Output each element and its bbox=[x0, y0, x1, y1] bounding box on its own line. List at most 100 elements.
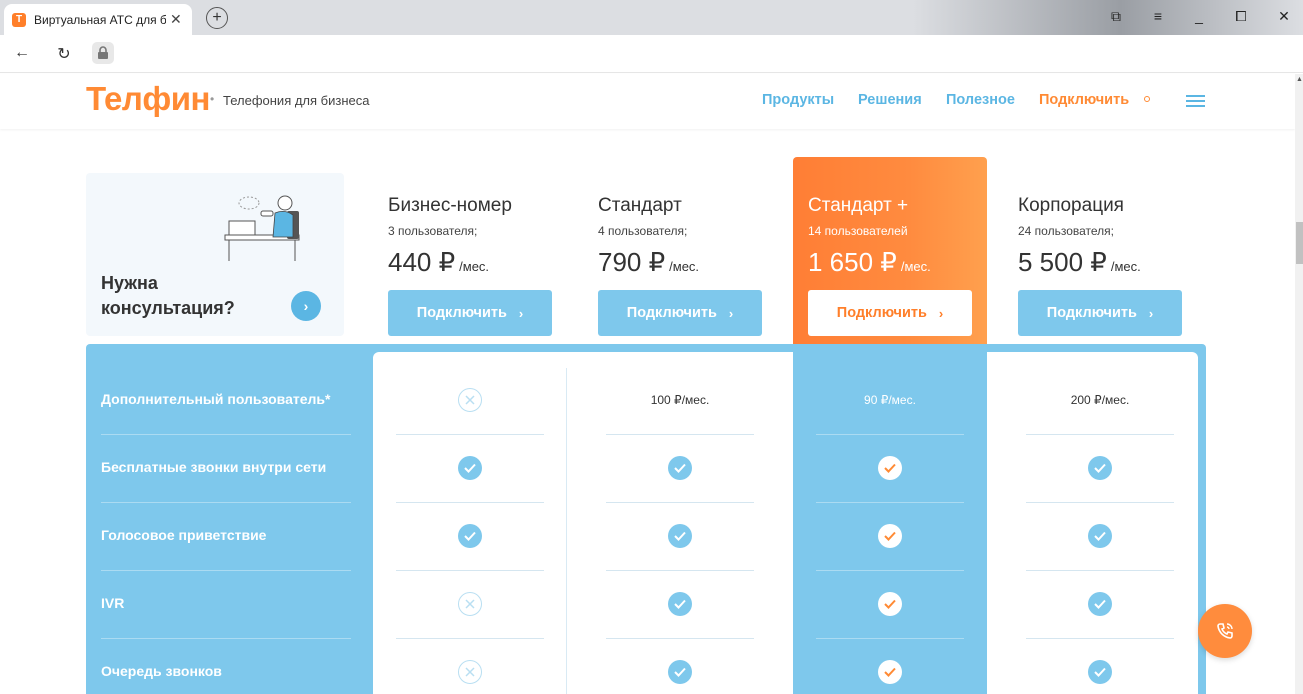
connect-indicator-icon bbox=[1144, 96, 1150, 102]
column-divider bbox=[566, 368, 567, 694]
connect-button[interactable]: Подключить › bbox=[388, 290, 552, 336]
chevron-right-icon: › bbox=[518, 305, 524, 321]
plan-price: 790 ₽/мес. bbox=[598, 247, 700, 277]
minimize-icon[interactable]: _ bbox=[1189, 8, 1209, 24]
reload-icon[interactable]: ↻ bbox=[54, 44, 74, 64]
feature-label: Бесплатные звонки внутри сети bbox=[101, 459, 327, 475]
feature-value: 200 ₽/мес. bbox=[1070, 393, 1130, 407]
check-icon bbox=[668, 660, 692, 684]
chevron-right-icon[interactable]: › bbox=[291, 291, 321, 321]
logo-separator: • bbox=[210, 92, 215, 106]
check-icon bbox=[458, 456, 482, 480]
row-divider bbox=[816, 570, 964, 571]
check-icon bbox=[1088, 524, 1112, 548]
plan-name: Стандарт bbox=[598, 195, 682, 216]
tab-close-icon[interactable]: ✕ bbox=[170, 11, 182, 28]
check-icon bbox=[1088, 592, 1112, 616]
scroll-up-icon[interactable]: ▲ bbox=[1296, 76, 1303, 83]
row-divider bbox=[396, 434, 544, 435]
chevron-right-icon: › bbox=[938, 305, 944, 321]
chevron-right-icon: › bbox=[1148, 305, 1154, 321]
row-divider bbox=[101, 502, 351, 503]
hamburger-menu-icon[interactable] bbox=[1186, 95, 1205, 110]
check-icon bbox=[878, 592, 902, 616]
connect-button[interactable]: Подключить › bbox=[598, 290, 762, 336]
feature-value: 90 ₽/мес. bbox=[864, 393, 916, 407]
plan-corporation: Корпорация 24 пользователя; 5 500 ₽/мес.… bbox=[1018, 157, 1212, 347]
feature-value: 100 ₽/мес. bbox=[650, 393, 710, 407]
check-icon bbox=[878, 524, 902, 548]
connect-button[interactable]: Подключить › bbox=[1018, 290, 1182, 336]
row-divider bbox=[816, 638, 964, 639]
check-icon bbox=[668, 592, 692, 616]
check-icon bbox=[1088, 456, 1112, 480]
row-divider bbox=[606, 434, 754, 435]
row-divider bbox=[396, 502, 544, 503]
unavailable-x-icon bbox=[458, 388, 482, 412]
row-divider bbox=[1026, 434, 1174, 435]
menu-link-solutions[interactable]: Решения bbox=[858, 92, 922, 108]
connect-button[interactable]: Подключить › bbox=[808, 290, 972, 336]
check-icon bbox=[1088, 660, 1112, 684]
tabs-icon[interactable]: ⧉ bbox=[1106, 8, 1126, 25]
plan-name: Бизнес-номер bbox=[388, 195, 512, 216]
favicon-icon: T bbox=[12, 12, 26, 27]
back-icon[interactable]: ← bbox=[12, 44, 32, 62]
plan-users: 4 пользователя; bbox=[598, 224, 688, 238]
row-divider bbox=[816, 434, 964, 435]
unavailable-x-icon bbox=[458, 660, 482, 684]
check-icon bbox=[878, 456, 902, 480]
row-divider bbox=[1026, 570, 1174, 571]
plan-price-unit: /мес. bbox=[1110, 259, 1141, 274]
row-divider bbox=[1026, 502, 1174, 503]
consultation-title: Нужна консультация? bbox=[101, 273, 235, 318]
row-divider bbox=[101, 570, 351, 571]
menu-link-products[interactable]: Продукты bbox=[762, 92, 834, 108]
feature-label: IVR bbox=[101, 595, 125, 611]
check-icon bbox=[458, 524, 482, 548]
window-close-icon[interactable]: ✕ bbox=[1274, 8, 1294, 25]
plan-price: 5 500 ₽/мес. bbox=[1018, 247, 1141, 277]
browser-tab[interactable]: T Виртуальная АТС для б ✕ bbox=[4, 4, 192, 35]
plan-price-unit: /мес. bbox=[900, 259, 931, 274]
feature-label: Очередь звонков bbox=[101, 663, 222, 679]
check-icon bbox=[878, 660, 902, 684]
lock-icon[interactable] bbox=[92, 42, 114, 64]
callback-button[interactable] bbox=[1198, 604, 1252, 658]
site-logo[interactable]: Телфин bbox=[86, 80, 210, 118]
row-divider bbox=[101, 434, 351, 435]
plan-price: 440 ₽/мес. bbox=[388, 247, 490, 277]
plan-users: 24 пользователя; bbox=[1018, 224, 1115, 238]
row-divider bbox=[606, 502, 754, 503]
check-icon bbox=[668, 456, 692, 480]
operator-illustration-icon bbox=[224, 195, 300, 261]
new-tab-button[interactable]: + bbox=[206, 7, 228, 29]
menu-icon[interactable]: ≡ bbox=[1148, 8, 1168, 24]
plan-users: 14 пользователей bbox=[808, 224, 908, 238]
restore-icon[interactable]: ⧠ bbox=[1231, 8, 1251, 25]
row-divider bbox=[396, 638, 544, 639]
plan-price-unit: /мес. bbox=[669, 259, 700, 274]
plan-price-unit: /мес. bbox=[459, 259, 490, 274]
browser-tab-bar: T Виртуальная АТС для б ✕ + ⧉ ≡ _ ⧠ ✕ bbox=[0, 0, 1303, 35]
page-scrollbar[interactable] bbox=[1295, 74, 1303, 694]
browser-nav-bar: ← ↻ bbox=[0, 35, 1303, 73]
row-divider bbox=[606, 570, 754, 571]
row-divider bbox=[1026, 638, 1174, 639]
feature-label: Голосовое приветствие bbox=[101, 527, 267, 543]
row-divider bbox=[396, 570, 544, 571]
plan-standard: Стандарт 4 пользователя; 790 ₽/мес. Подк… bbox=[598, 157, 792, 347]
consultation-card[interactable]: Нужна консультация? › bbox=[86, 173, 344, 336]
feature-label: Дополнительный пользователь* bbox=[101, 391, 331, 407]
plan-users: 3 пользователя; bbox=[388, 224, 478, 238]
plan-price: 1 650 ₽/мес. bbox=[808, 247, 931, 277]
plan-standard-plus: Стандарт + 14 пользователей 1 650 ₽/мес.… bbox=[808, 157, 1002, 347]
plan-business-number: Бизнес-номер 3 пользователя; 440 ₽/мес. … bbox=[388, 157, 582, 347]
menu-link-useful[interactable]: Полезное bbox=[946, 92, 1015, 108]
tab-title: Виртуальная АТС для б bbox=[34, 12, 166, 27]
scrollbar-thumb[interactable] bbox=[1296, 222, 1303, 264]
phone-callback-icon bbox=[1217, 623, 1233, 639]
plan-name: Стандарт + bbox=[808, 195, 909, 216]
menu-link-connect[interactable]: Подключить bbox=[1039, 92, 1129, 108]
row-divider bbox=[101, 638, 351, 639]
